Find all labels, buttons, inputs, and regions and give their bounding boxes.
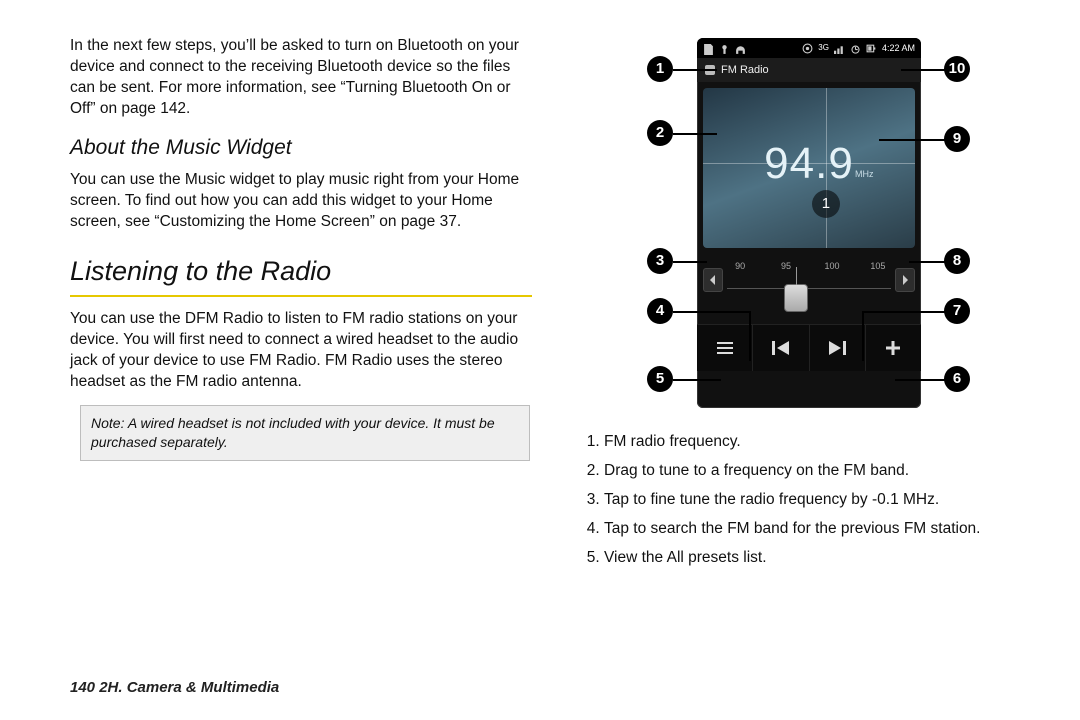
callout-10: 10: [944, 56, 970, 82]
leader-7: [862, 311, 945, 313]
list-icon: [717, 342, 733, 354]
manual-page: In the next few steps, you’ll be asked t…: [0, 0, 1080, 720]
scale-tick-105: 105: [870, 260, 885, 272]
add-preset-button[interactable]: [866, 325, 921, 371]
network-label: 3G: [818, 43, 829, 54]
scale-baseline: [727, 288, 891, 289]
columns: In the next few steps, you’ll be asked t…: [70, 30, 1040, 577]
legend-item-3: Tap to fine tune the radio frequency by …: [604, 490, 1040, 511]
skip-next-icon: [828, 341, 846, 355]
callout-9: 9: [944, 126, 970, 152]
fine-tune-up-button[interactable]: [895, 268, 915, 292]
app-title-bar: FM Radio: [697, 58, 921, 82]
presets-list-button[interactable]: [697, 325, 753, 371]
frequency-display[interactable]: 94.9 MHz 1: [703, 88, 915, 248]
chevron-left-icon: [709, 275, 717, 285]
legend-item-5: View the All presets list.: [604, 548, 1040, 569]
music-widget-paragraph: You can use the Music widget to play mus…: [70, 170, 532, 233]
scale-tick-100: 100: [824, 260, 839, 272]
status-right: 3G 4:22 AM: [802, 42, 915, 54]
left-column: In the next few steps, you’ll be asked t…: [70, 30, 538, 577]
fine-tune-down-button[interactable]: [703, 268, 723, 292]
note-label: Note:: [91, 415, 124, 431]
section-rule: [70, 295, 532, 297]
leader-1: [673, 69, 717, 71]
scale-tick-95: 95: [781, 260, 791, 272]
legend-item-1: FM radio frequency.: [604, 432, 1040, 453]
callout-6: 6: [944, 366, 970, 392]
leader-4: [673, 311, 751, 313]
callout-3: 3: [647, 248, 673, 274]
leader-9: [879, 139, 945, 141]
callout-2: 2: [647, 120, 673, 146]
note-text: A wired headset is not included with you…: [91, 415, 495, 450]
plus-icon: [885, 340, 901, 356]
leader-2: [673, 133, 717, 135]
usb-icon: [719, 44, 730, 53]
bluetooth-paragraph: In the next few steps, you’ll be asked t…: [70, 36, 532, 120]
chevron-right-icon: [901, 275, 909, 285]
page-footer: 140 2H. Camera & Multimedia: [70, 678, 279, 698]
frequency-unit: MHz: [855, 168, 874, 180]
phone-frame: 3G 4:22 AM FM Radio: [697, 38, 921, 408]
legend-item-2: Drag to tune to a frequency on the FM ba…: [604, 461, 1040, 482]
headset-icon: [735, 44, 746, 53]
callout-1: 1: [647, 56, 673, 82]
right-column: 1 2 3 4 5 10 9 8 7 6: [572, 30, 1040, 577]
legend-item-4: Tap to search the FM band for the previo…: [604, 519, 1040, 540]
frequency-scale[interactable]: 90 95 100 105: [727, 260, 891, 304]
scale-tick-90: 90: [735, 260, 745, 272]
battery-icon: [866, 43, 877, 52]
leader-5: [673, 379, 721, 381]
current-preset-badge[interactable]: 1: [812, 190, 840, 218]
listening-to-radio-heading: Listening to the Radio: [70, 253, 532, 289]
leader-10: [901, 69, 945, 71]
frequency-value: 94.9: [703, 134, 915, 193]
callout-4: 4: [647, 298, 673, 324]
callout-7: 7: [944, 298, 970, 324]
status-bar: 3G 4:22 AM: [697, 38, 921, 58]
leader-8: [909, 261, 945, 263]
control-bar: [697, 324, 921, 371]
tuner-strip: 90 95 100 105: [703, 254, 915, 314]
status-left: [703, 44, 746, 53]
app-title-text: FM Radio: [721, 63, 769, 78]
fm-radio-diagram: 1 2 3 4 5 10 9 8 7 6: [579, 38, 1039, 418]
leader-6: [895, 379, 945, 381]
callout-legend: FM radio frequency. Drag to tune to a fr…: [584, 432, 1040, 569]
note-box: Note: A wired headset is not included wi…: [80, 405, 530, 461]
radio-paragraph: You can use the DFM Radio to listen to F…: [70, 309, 532, 393]
signal-icon: [834, 43, 845, 52]
leader-7-drop: [862, 311, 864, 361]
leader-3: [673, 261, 707, 263]
tuning-thumb[interactable]: [784, 284, 808, 312]
callout-8: 8: [944, 248, 970, 274]
callout-5: 5: [647, 366, 673, 392]
about-music-widget-heading: About the Music Widget: [70, 134, 532, 162]
sd-card-icon: [703, 44, 714, 53]
seek-previous-button[interactable]: [753, 325, 809, 371]
leader-4-drop: [749, 311, 751, 361]
skip-previous-icon: [772, 341, 790, 355]
alarm-icon: [850, 43, 861, 52]
status-time: 4:22 AM: [882, 42, 915, 54]
seek-next-button[interactable]: [810, 325, 866, 371]
gps-icon: [802, 43, 813, 52]
